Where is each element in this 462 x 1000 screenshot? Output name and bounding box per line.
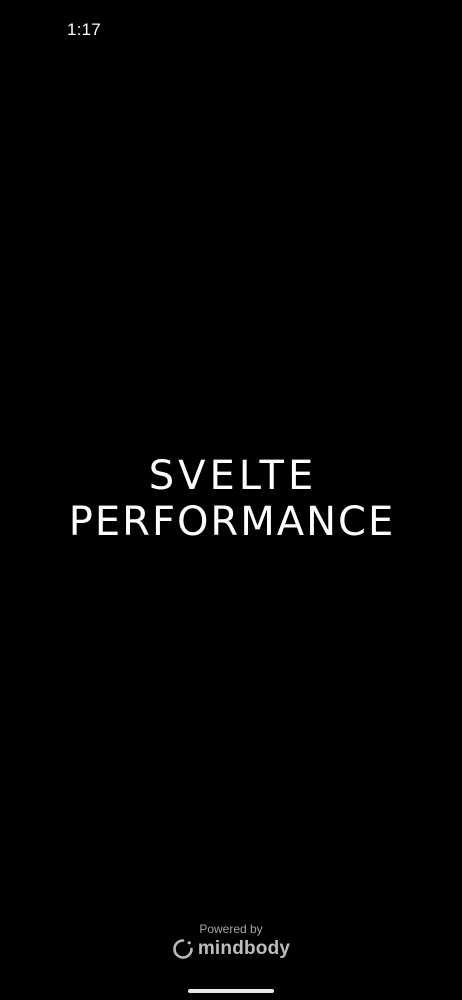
powered-by-label: Powered by <box>199 922 263 936</box>
mindbody-logo-icon <box>173 939 193 959</box>
mindbody-brand-name: mindbody <box>197 938 291 959</box>
logo-line-performance: PERFORMANCE <box>68 499 396 545</box>
splash-logo: SVELTE PERFORMANCE <box>0 456 462 542</box>
home-indicator[interactable] <box>188 989 274 993</box>
logo-line-svelte: SVELTE <box>148 453 318 499</box>
status-bar-time: 1:17 <box>67 20 101 39</box>
powered-by-footer: Powered by mindbody <box>0 922 462 965</box>
mindbody-brand: mindbody <box>172 938 290 960</box>
